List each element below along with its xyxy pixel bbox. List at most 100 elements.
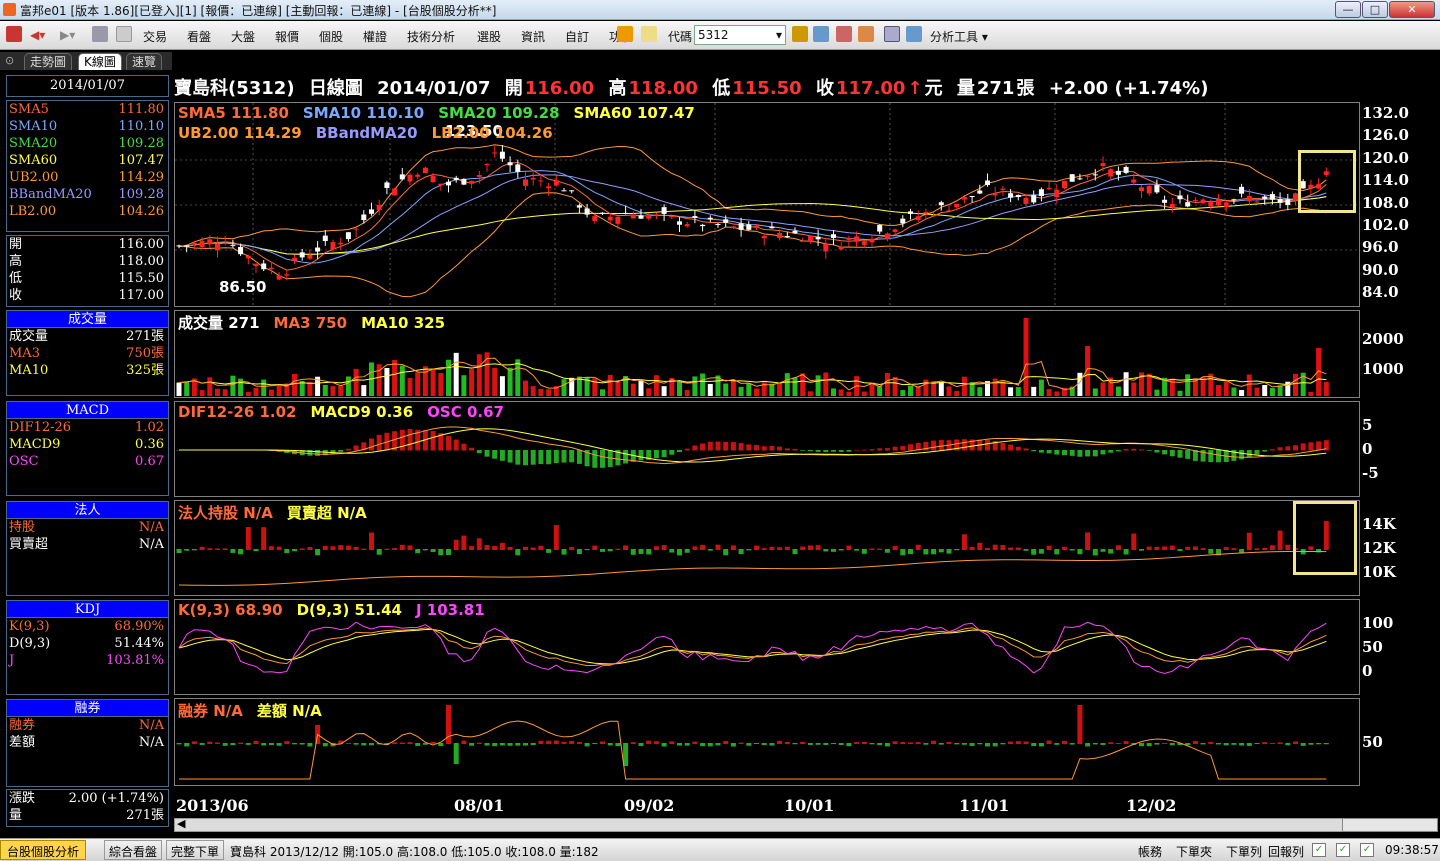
menu-9[interactable]: 自訂 — [565, 28, 589, 45]
order-folder-button[interactable]: 下單夾 — [1176, 843, 1212, 860]
price-legend-ma: SMA5 111.80 SMA10 110.10 SMA20 109.28 SMA60… — [178, 104, 709, 122]
search-icon[interactable] — [813, 26, 829, 42]
menu-3[interactable]: 報價 — [275, 28, 299, 45]
report-list-button[interactable]: 回報列 — [1268, 843, 1304, 860]
axis-tick-price: 132.0 — [1362, 104, 1409, 122]
alert-icon[interactable] — [836, 26, 852, 42]
home-icon[interactable] — [6, 26, 22, 42]
stock-code-input[interactable]: 5312 ▾ — [694, 25, 786, 45]
institutional-box: 法人 持股 N/A 買賣超 N/A — [6, 501, 169, 596]
stock-code-value: 5312 — [698, 28, 729, 42]
axis-tick-kdj: 0 — [1362, 662, 1373, 680]
minimize-button[interactable]: — — [1335, 1, 1361, 18]
info-row: LB2.00 104.26 — [7, 203, 168, 220]
toolbar: ◀▾ ▶▾ 交易看盤大盤報價個股權證技術分析選股資訊自訂功能 代碼 5312▾ … — [0, 21, 1440, 50]
legend-item: LB2.00 104.26 — [431, 124, 553, 142]
info-row: 收 117.00 — [7, 287, 168, 304]
menu-6[interactable]: 技術分析 — [407, 28, 455, 45]
macd-header: MACD — [7, 402, 168, 419]
notepad-icon[interactable] — [641, 26, 657, 42]
check-icon[interactable]: ✓ — [1312, 843, 1326, 857]
menu-2[interactable]: 大盤 — [231, 28, 255, 45]
kdj-header: KDJ — [7, 601, 168, 618]
stock-name: 寶島科(5312) — [174, 78, 295, 99]
highlight-box-institutional — [1293, 501, 1357, 575]
window-icon[interactable] — [116, 26, 132, 42]
date-tick: 08/01 — [454, 796, 505, 815]
volume-label: 量 — [956, 78, 975, 99]
info-row: MA10 325張 — [7, 362, 168, 379]
horizontal-scrollbar[interactable]: ◀ ▶ — [174, 817, 1360, 832]
info-row: UB2.00 114.29 — [7, 169, 168, 186]
info-row: DIF12-26 1.02 — [7, 419, 168, 436]
info-label: 持股 — [9, 520, 36, 535]
menu-8[interactable]: 資訊 — [521, 28, 545, 45]
info-label: 高 — [9, 254, 23, 269]
tab-quick[interactable]: 速覽 — [126, 53, 163, 70]
macd-panel[interactable]: DIF12-26 1.02 MACD9 0.36 OSC 0.67 — [174, 401, 1360, 497]
chart-tools-strip[interactable] — [1342, 818, 1438, 832]
back-icon[interactable]: ◀▾ — [30, 28, 45, 42]
axis-tick-price: 102.0 — [1362, 216, 1409, 234]
settings-icon[interactable] — [858, 26, 874, 42]
info-value: 109.28 — [118, 136, 165, 151]
qty-value: 271張 — [126, 808, 164, 823]
menu-7[interactable]: 選股 — [477, 28, 501, 45]
status-bar: 台股個股分析 綜合看盤 完整下單 寶島科 2013/12/12 開:105.0 … — [0, 838, 1440, 861]
info-value: N/A — [138, 520, 164, 535]
tab-trend[interactable]: 走勢圖 — [24, 53, 73, 70]
close-value: 117.00 — [836, 78, 906, 99]
date-tick: 11/01 — [959, 796, 1010, 815]
short-panel[interactable]: 融券 N/A 差額 N/A — [174, 698, 1360, 786]
legend-item: 成交量 271 — [178, 314, 260, 332]
open-label: 開 — [504, 78, 523, 99]
account-button[interactable]: 帳務 — [1138, 843, 1162, 860]
axis-tick-inst: 14K — [1362, 515, 1396, 533]
tab-kline[interactable]: K線圖 — [78, 53, 122, 70]
scroll-left-icon[interactable]: ◀ — [177, 817, 185, 830]
change-box: 漲跌 2.00 (+1.74%) 量 271張 — [6, 789, 169, 827]
info-label: UB2.00 — [9, 170, 59, 185]
cursor-icon[interactable] — [884, 26, 900, 42]
info-row: SMA20 109.28 — [7, 135, 168, 152]
analysis-tools-menu[interactable]: 分析工具 ▾ — [930, 28, 988, 45]
menu-5[interactable]: 權證 — [363, 28, 387, 45]
check-icon[interactable]: ✓ — [1336, 843, 1350, 857]
maximize-button[interactable]: □ — [1362, 1, 1388, 18]
expand-icon[interactable]: ⊙ — [5, 54, 14, 67]
info-row: J 103.81% — [7, 652, 168, 669]
info-value: 109.28 — [118, 187, 165, 202]
forward-icon[interactable]: ▶▾ — [60, 28, 75, 42]
info-value: 0.36 — [135, 437, 164, 452]
axis-tick-price: 126.0 — [1362, 126, 1409, 145]
tab-stock-analysis[interactable]: 台股個股分析 — [0, 840, 87, 860]
menu-0[interactable]: 交易 — [143, 28, 167, 45]
tab-overview[interactable]: 綜合看盤 — [104, 840, 163, 860]
order-list-button[interactable]: 下單列 — [1226, 843, 1262, 860]
window-title: 富邦e01 [版本 1.86][已登入][1] [報價：已連線] [主動回報：已… — [20, 4, 497, 18]
volume-panel[interactable]: 成交量 271 MA3 750 MA10 325 — [174, 310, 1360, 398]
price-panel[interactable]: 123.50 86.50 SMA5 111.80 SMA10 110.10 SMA20… — [174, 102, 1360, 307]
info-label: 融券 — [9, 718, 36, 733]
axis-tick-price: 114.0 — [1362, 171, 1409, 190]
view-tabs: ⊙ 走勢圖 K線圖 速覽 — [0, 52, 172, 70]
zoom-icon[interactable] — [906, 26, 922, 42]
chart-tool-icon[interactable] — [792, 26, 808, 42]
menu-4[interactable]: 個股 — [319, 28, 343, 45]
print-icon[interactable] — [92, 26, 108, 42]
info-value: 110.10 — [118, 119, 165, 134]
info-row: SMA10 110.10 — [7, 118, 168, 135]
info-row: BBandMA20 109.28 — [7, 186, 168, 203]
info-label: DIF12-26 — [9, 420, 72, 435]
kdj-panel[interactable]: K(9,3) 68.90 D(9,3) 51.44 J 103.81 — [174, 599, 1360, 695]
chevron-down-icon[interactable]: ▾ — [776, 26, 782, 44]
legend-item: OSC 0.67 — [427, 403, 504, 421]
institutional-panel[interactable]: 法人持股 N/A 買賣超 N/A — [174, 500, 1360, 596]
volume-header: 成交量 — [7, 311, 168, 328]
legend-item: SMA20 109.28 — [438, 104, 560, 122]
lightning-icon[interactable] — [617, 26, 633, 42]
check-icon[interactable]: ✓ — [1360, 843, 1374, 857]
close-button[interactable]: ✕ — [1389, 1, 1435, 18]
menu-1[interactable]: 看盤 — [187, 28, 211, 45]
full-order-button[interactable]: 完整下單 — [166, 840, 225, 860]
